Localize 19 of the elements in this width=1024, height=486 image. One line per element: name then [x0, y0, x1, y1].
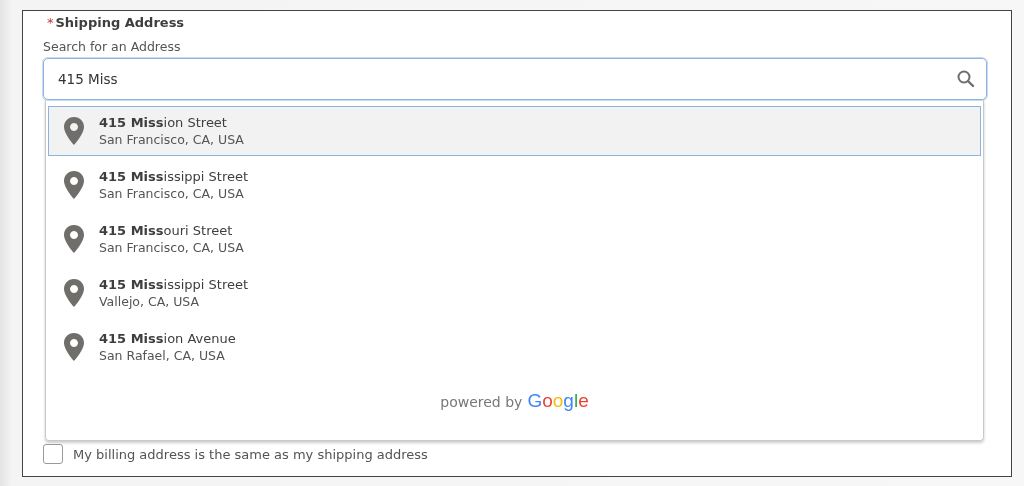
field-title: Shipping Address [55, 15, 185, 30]
suggestion-item[interactable]: 415 Mission Street San Francisco, CA, USA [48, 106, 981, 156]
checkbox-label: My billing address is the same as my shipping address [73, 446, 428, 462]
map-pin-icon [63, 332, 85, 362]
required-mark: * [47, 15, 54, 30]
address-search-field[interactable]: 415 Miss [43, 58, 987, 100]
suggestion-item[interactable]: 415 Missouri Street San Francisco, CA, USA [48, 214, 981, 264]
attribution-text: powered by [440, 394, 523, 410]
search-icon [956, 69, 976, 89]
field-label: Search for an Address [43, 38, 182, 56]
suggestion-item[interactable]: 415 Mission Avenue San Rafael, CA, USA [48, 322, 981, 372]
suggestion-item[interactable]: 415 Mississippi Street Vallejo, CA, USA [48, 268, 981, 318]
brand-logo: Google [527, 390, 589, 412]
suggestion-item[interactable]: 415 Mississippi Street San Francisco, CA, USA [48, 160, 981, 210]
map-pin-icon [63, 224, 85, 254]
map-pin-icon [63, 116, 85, 146]
map-pin-icon [63, 170, 85, 200]
checkbox[interactable] [43, 444, 63, 464]
map-pin-icon [63, 278, 85, 308]
